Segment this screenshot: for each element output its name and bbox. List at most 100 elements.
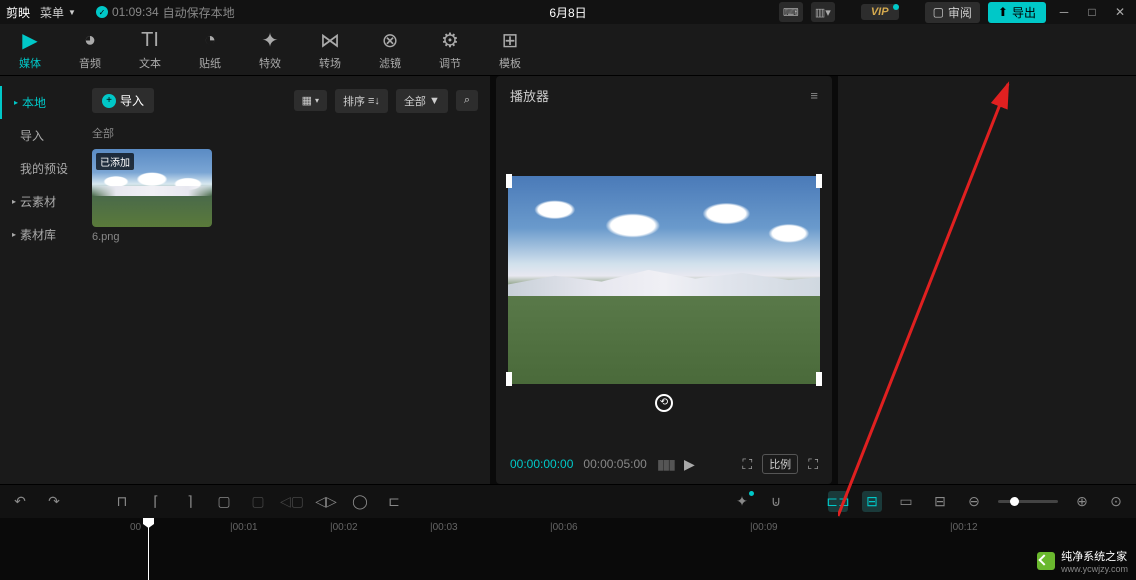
tool-tab-0[interactable]: ▶媒体 <box>0 29 60 71</box>
sidebar-item-label: 我的预设 <box>20 160 68 177</box>
tool-tab-label: 滤镜 <box>379 55 401 71</box>
mic-button[interactable]: ⊍ <box>766 493 786 510</box>
tool-tab-5[interactable]: ⋈ 转场 <box>300 29 360 71</box>
track-align-button[interactable]: ⊟ <box>930 493 950 510</box>
vip-button[interactable]: VIP <box>861 4 899 20</box>
media-thumbnail[interactable]: 已添加 6.png <box>92 149 212 243</box>
split-button[interactable]: ⊓ <box>112 493 132 510</box>
filter-icon: ▼ <box>429 95 440 107</box>
tool-tab-2[interactable]: TI文本 <box>120 29 180 71</box>
grid-icon: ▦ <box>302 94 312 107</box>
track-preview-button[interactable]: ▭ <box>896 493 916 510</box>
fullscreen-icon[interactable]: ⛶ <box>808 456 818 473</box>
tool-tab-1[interactable]: ◕音频 <box>60 29 120 71</box>
mirror-button[interactable]: ◁▷ <box>316 493 336 510</box>
export-button[interactable]: ⬆ 导出 <box>988 2 1046 23</box>
sort-label: 排序 <box>343 93 365 109</box>
resize-handle-br[interactable] <box>816 372 822 386</box>
undo-button[interactable]: ↶ <box>10 493 30 510</box>
resize-handle-tl[interactable] <box>506 174 512 188</box>
watermark-brand: 纯净系统之家 <box>1061 548 1128 564</box>
tool-tab-icon: ⊗ <box>382 29 399 53</box>
tool-tab-icon: ⚙ <box>441 29 459 53</box>
watermark-logo-icon <box>1037 552 1055 570</box>
sidebar-item-3[interactable]: ▸云素材 <box>0 185 80 218</box>
tool-tab-label: 文本 <box>139 55 161 71</box>
keyboard-icon[interactable]: ⌨ <box>779 2 803 22</box>
filter-button[interactable]: 全部 ▼ <box>396 89 448 113</box>
layout-icon[interactable]: ▥▾ <box>811 2 835 22</box>
freeze-button[interactable]: ▢ <box>248 493 268 510</box>
ruler-mark: |00:02 <box>330 522 358 533</box>
zoom-fit-button[interactable]: ⊙ <box>1106 493 1126 510</box>
tool-tab-icon: ✦ <box>262 29 279 53</box>
ai-button[interactable]: ✦ <box>732 493 752 510</box>
redo-button[interactable]: ↷ <box>44 493 64 510</box>
autosave-status: ✓ 01:09:34 自动保存本地 <box>96 4 235 21</box>
preview-image[interactable] <box>508 176 820 384</box>
sidebar-item-4[interactable]: ▸ 素材库 <box>0 218 80 251</box>
sidebar-item-0[interactable]: ▸本地 <box>0 86 80 119</box>
tool-tab-label: 贴纸 <box>199 55 221 71</box>
reverse-button[interactable]: ◁▢ <box>282 493 302 510</box>
review-icon: ▢ <box>933 5 944 19</box>
rotate-button[interactable]: ◯ <box>350 493 370 510</box>
tool-tab-icon: ◔ <box>204 29 216 53</box>
export-label: 导出 <box>1012 4 1036 21</box>
sort-button[interactable]: 排序 ≡↓ <box>335 89 388 113</box>
zoom-out-button[interactable]: ⊖ <box>964 493 984 510</box>
check-icon: ✓ <box>96 6 108 18</box>
autosave-text: 自动保存本地 <box>163 4 235 21</box>
tool-tab-label: 调节 <box>439 55 461 71</box>
minimize-button[interactable]: ─ <box>1054 2 1074 22</box>
crop-button[interactable]: ⊏ <box>384 493 404 510</box>
tool-tab-icon: ◕ <box>84 29 96 53</box>
tool-tab-7[interactable]: ⚙ 调节 <box>420 29 480 71</box>
compare-icon[interactable]: ⛶ <box>742 456 752 473</box>
player-menu-icon[interactable]: ≡ <box>810 88 818 103</box>
close-button[interactable]: ✕ <box>1110 2 1130 22</box>
tool-tab-8[interactable]: ⊞模板 <box>480 29 540 71</box>
sidebar-item-2[interactable]: 我的预设 <box>0 152 80 185</box>
resize-handle-tr[interactable] <box>816 174 822 188</box>
playhead[interactable] <box>148 518 149 580</box>
zoom-slider[interactable] <box>998 500 1058 503</box>
timeline[interactable]: 00|00:01|00:02|00:03|00:06|00:09|00:12 <box>0 518 1136 580</box>
tool-tab-icon: ⋈ <box>320 29 340 53</box>
player-title: 播放器 <box>510 86 549 105</box>
zoom-in-button[interactable]: ⊕ <box>1072 493 1092 510</box>
view-grid-button[interactable]: ▦▾ <box>294 90 327 111</box>
player-viewport[interactable]: ⟲ <box>496 115 832 444</box>
resize-handle-bl[interactable] <box>506 372 512 386</box>
search-button[interactable]: ⌕ <box>456 90 478 111</box>
delete-left-button[interactable]: ⌈ <box>146 493 166 510</box>
ruler-mark: |00:01 <box>230 522 258 533</box>
tool-tab-4[interactable]: ✦ 特效 <box>240 29 300 71</box>
time-current: 00:00:00:00 <box>510 457 573 471</box>
track-magnet-button[interactable]: ⊏⊐ <box>828 491 848 512</box>
prev-frame-icon[interactable]: ▮▮▮ <box>657 456 674 473</box>
chevron-down-icon: ▼ <box>68 8 76 17</box>
sidebar-item-1[interactable]: 导入 <box>0 119 80 152</box>
track-link-button[interactable]: ⊟ <box>862 491 882 512</box>
play-button[interactable]: ▶ <box>684 456 695 473</box>
tool-tab-label: 转场 <box>319 55 341 71</box>
import-button[interactable]: + 导入 <box>92 88 154 113</box>
app-title: 剪映 <box>6 4 30 21</box>
plus-icon: + <box>102 94 116 108</box>
ruler-mark: |00:09 <box>750 522 778 533</box>
chevron-icon: ▸ <box>12 230 16 239</box>
delete-right-button[interactable]: ⌉ <box>180 493 200 510</box>
rotate-handle[interactable]: ⟲ <box>655 394 673 412</box>
menu-button[interactable]: 菜单 ▼ <box>40 4 76 21</box>
tool-tab-6[interactable]: ⊗ 滤镜 <box>360 29 420 71</box>
tool-tab-label: 特效 <box>259 55 281 71</box>
sidebar-item-label: 素材库 <box>20 226 56 243</box>
maximize-button[interactable]: □ <box>1082 2 1102 22</box>
chevron-icon: ▸ <box>12 197 16 206</box>
review-button[interactable]: ▢ 审阅 <box>925 2 980 23</box>
tool-tab-3[interactable]: ◔ 贴纸 <box>180 29 240 71</box>
review-label: 审阅 <box>948 4 972 21</box>
ratio-button[interactable]: 比例 <box>762 454 798 474</box>
delete-button[interactable]: ▢ <box>214 493 234 510</box>
